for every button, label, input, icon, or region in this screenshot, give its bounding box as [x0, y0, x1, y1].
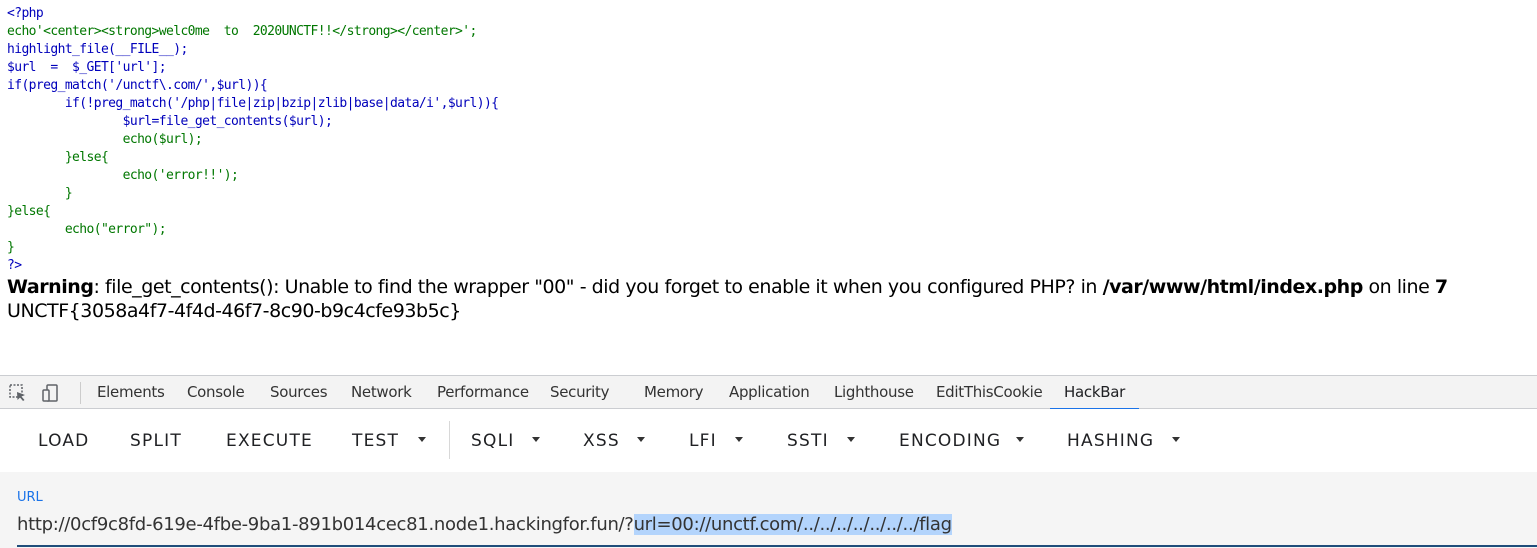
- code-line: ?>: [7, 258, 22, 273]
- url-field[interactable]: URL http://0cf9c8fd-619e-4fbe-9ba1-891b0…: [0, 472, 1537, 548]
- chevron-down-icon: [637, 437, 645, 442]
- hackbar-toolbar: LOAD SPLIT EXECUTE TEST SQLI XSS LFI SST…: [0, 409, 1537, 472]
- chevron-down-icon: [735, 437, 743, 442]
- tab-security[interactable]: Security: [550, 376, 610, 409]
- warning-label: Warning: [7, 276, 94, 298]
- tab-console[interactable]: Console: [187, 376, 245, 409]
- devtools-panel: Elements Console Sources Network Perform…: [0, 375, 1537, 548]
- url-selected-text: url=00://unctf.com/../../../../../../../…: [633, 514, 952, 535]
- ssti-menu-button[interactable]: SSTI: [787, 428, 829, 454]
- warning-line-number: 7: [1434, 276, 1448, 298]
- php-source-code: <?php echo'<center><strong>welc0me to 202…: [7, 5, 499, 275]
- code-line: <?php: [7, 6, 44, 21]
- tab-editthiscookie[interactable]: EditThisCookie: [936, 376, 1043, 409]
- test-menu-button[interactable]: TEST: [352, 428, 399, 454]
- execute-button[interactable]: EXECUTE: [226, 428, 313, 454]
- encoding-menu-button[interactable]: ENCODING: [899, 428, 1001, 454]
- lfi-menu-button[interactable]: LFI: [689, 428, 717, 454]
- tab-network[interactable]: Network: [351, 376, 412, 409]
- warning-message: Warning: file_get_contents(): Unable to …: [7, 275, 1448, 299]
- code-line: echo("error");: [7, 222, 167, 237]
- code-line: }else{: [7, 204, 51, 219]
- chevron-down-icon: [1172, 437, 1180, 442]
- sqli-menu-button[interactable]: SQLI: [471, 428, 514, 454]
- code-line: highlight_file(__FILE__);: [7, 42, 188, 57]
- code-line: if(!preg_match('/php|file|zip|bzip|zlib|…: [7, 96, 499, 111]
- tab-memory[interactable]: Memory: [644, 376, 704, 409]
- xss-menu-button[interactable]: XSS: [583, 428, 620, 454]
- tab-bar-divider: [80, 382, 81, 404]
- tab-application[interactable]: Application: [729, 376, 810, 409]
- tab-sources[interactable]: Sources: [270, 376, 328, 409]
- flag-output: UNCTF{3058a4f7-4f4d-46f7-8c90-b9c4cfe93b…: [7, 300, 461, 322]
- inspect-element-icon[interactable]: [8, 383, 28, 403]
- chevron-down-icon: [1016, 437, 1024, 442]
- device-toolbar-icon[interactable]: [41, 383, 61, 403]
- toolbar-divider: [449, 421, 450, 459]
- code-line: }else{: [7, 150, 109, 165]
- url-field-underline: [17, 545, 1537, 547]
- chevron-down-icon: [847, 437, 855, 442]
- code-line: }: [7, 240, 15, 255]
- tab-elements[interactable]: Elements: [97, 376, 165, 409]
- warning-text: : file_get_contents(): Unable to find th…: [93, 276, 1103, 298]
- load-button[interactable]: LOAD: [38, 428, 89, 454]
- warning-on-line: on line: [1362, 276, 1435, 298]
- code-line-text: echo'<center><strong>welc0me to 2020UNCT…: [7, 24, 477, 39]
- hashing-menu-button[interactable]: HASHING: [1067, 428, 1154, 454]
- code-line: $url=file_get_contents($url);: [7, 114, 333, 129]
- devtools-tab-bar: Elements Console Sources Network Perform…: [0, 375, 1537, 410]
- page-output: Warning: file_get_contents(): Unable to …: [7, 275, 1448, 323]
- url-prefix: http://0cf9c8fd-619e-4fbe-9ba1-891b014ce…: [17, 514, 634, 535]
- code-line: echo('error!!');: [7, 168, 239, 183]
- url-input[interactable]: http://0cf9c8fd-619e-4fbe-9ba1-891b014ce…: [17, 513, 952, 537]
- tab-performance[interactable]: Performance: [437, 376, 529, 409]
- code-line: echo'<center><strong>welc0me to 2020UNCT…: [7, 23, 498, 41]
- chevron-down-icon: [418, 437, 426, 442]
- code-line: }: [7, 186, 73, 201]
- split-button[interactable]: SPLIT: [130, 428, 182, 454]
- code-line: if(preg_match('/unctf\.com/',$url)){: [7, 78, 268, 93]
- code-line: echo($url);: [7, 132, 203, 147]
- url-label: URL: [17, 490, 43, 505]
- tab-lighthouse[interactable]: Lighthouse: [834, 376, 914, 409]
- warning-file: /var/www/html/index.php: [1102, 276, 1364, 298]
- code-line: $url = $_GET['url'];: [7, 60, 167, 75]
- chevron-down-icon: [532, 437, 540, 442]
- tab-hackbar[interactable]: HackBar: [1050, 376, 1139, 410]
